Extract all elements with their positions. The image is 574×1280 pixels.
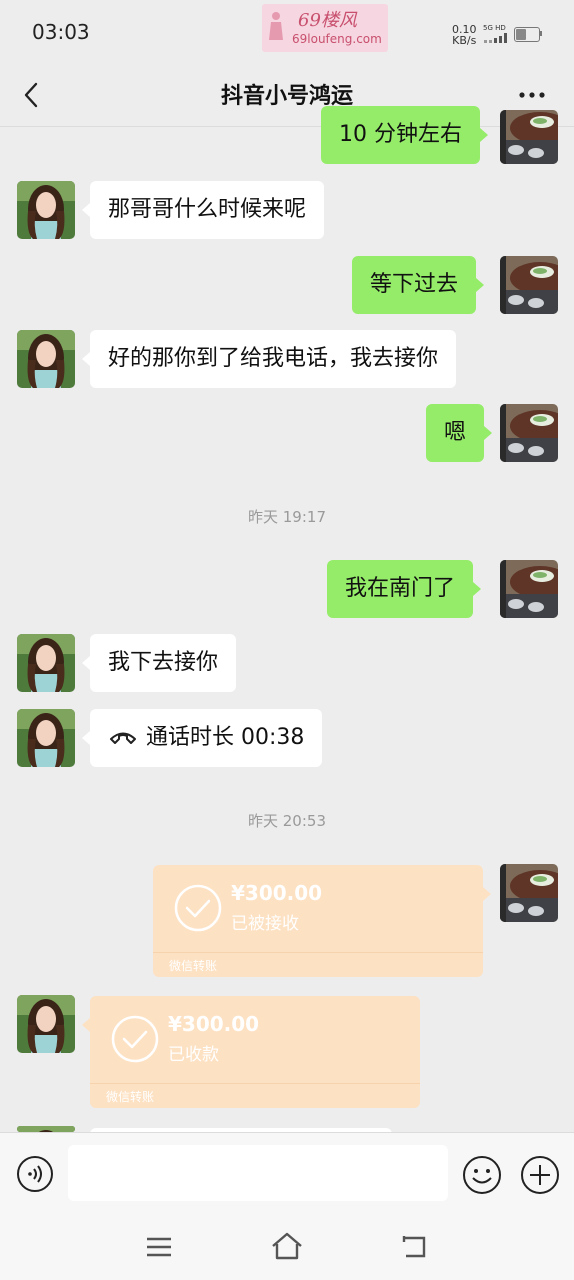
menu-icon[interactable]: [146, 1236, 172, 1258]
contact-avatar[interactable]: [17, 709, 75, 767]
watermark-url: 69loufeng.com: [292, 32, 382, 46]
message-bubble-sent[interactable]: 10 分钟左右: [321, 106, 488, 164]
my-avatar[interactable]: [500, 864, 558, 922]
message-input[interactable]: [68, 1145, 448, 1201]
message-bubble-sent[interactable]: 我在南门了: [327, 560, 482, 618]
my-avatar[interactable]: [500, 256, 558, 314]
watermark-figure-icon: [269, 12, 283, 40]
my-avatar[interactable]: [500, 110, 558, 164]
watermark-title: 69楼风: [298, 10, 357, 31]
my-avatar[interactable]: [500, 404, 558, 462]
more-dots-icon[interactable]: [512, 80, 552, 110]
phone-handset-icon: [110, 732, 136, 744]
net-speed-unit: KB/s: [452, 34, 477, 47]
transfer-label: 微信转账: [169, 959, 218, 973]
signal-label: 5G HD: [483, 24, 506, 32]
watermark-logo: 69楼风 69loufeng.com: [262, 4, 388, 52]
timestamp: 昨天 19:17: [248, 508, 326, 526]
status-bar: 03:03 69楼风 69loufeng.com 0.10 KB/s 5G HD: [0, 0, 574, 66]
transfer-label: 微信转账: [106, 1090, 155, 1104]
plus-icon[interactable]: [520, 1155, 560, 1195]
transfer-footer: 微信转账: [153, 952, 483, 977]
message-bubble-received[interactable]: 那哥哥什么时候来呢: [81, 181, 325, 239]
transfer-status: 已收款: [168, 1045, 219, 1065]
my-avatar[interactable]: [500, 560, 558, 618]
transfer-card-received[interactable]: ¥300.00 已收款 微信转账: [82, 996, 420, 1108]
transfer-amount: ¥300.00: [168, 1012, 260, 1036]
battery-tip: [540, 31, 542, 36]
transfer-card-sent[interactable]: ¥300.00 已被接收 微信转账: [153, 865, 491, 977]
battery-level: [516, 29, 527, 40]
message-bubble-sent[interactable]: 嗯: [426, 404, 493, 462]
input-bar: [0, 1132, 574, 1213]
net-speed: 0.10 KB/s: [452, 24, 477, 46]
emoji-icon[interactable]: [462, 1155, 502, 1195]
system-nav-bar: [0, 1212, 574, 1280]
message-bubble-received[interactable]: 我下去接你: [81, 634, 237, 692]
contact-avatar[interactable]: [17, 181, 75, 239]
check-circle-icon: [111, 1015, 159, 1063]
battery-icon: [514, 27, 540, 42]
home-icon[interactable]: [270, 1230, 304, 1262]
voice-icon[interactable]: [16, 1155, 54, 1193]
contact-avatar[interactable]: [17, 330, 75, 388]
transfer-amount: ¥300.00: [231, 881, 323, 905]
message-bubble-sent[interactable]: 等下过去: [352, 256, 485, 314]
timestamp: 昨天 20:53: [248, 812, 326, 830]
contact-avatar[interactable]: [17, 634, 75, 692]
chat-header: 抖音小号鸿运: [0, 66, 574, 126]
back-icon[interactable]: [400, 1232, 430, 1262]
header-divider: [0, 126, 574, 127]
chat-title: 抖音小号鸿运: [220, 84, 353, 109]
status-time: 03:03: [32, 20, 90, 44]
call-duration: 通话时长 00:38: [146, 725, 305, 750]
check-circle-icon: [174, 884, 222, 932]
signal-bars-icon: [484, 33, 507, 43]
message-bubble-received[interactable]: 好的那你到了给我电话，我去接你: [81, 330, 457, 388]
contact-avatar[interactable]: [17, 995, 75, 1053]
transfer-status: 已被接收: [231, 914, 299, 934]
transfer-footer: 微信转账: [90, 1083, 420, 1108]
call-record-bubble[interactable]: 通话时长 00:38: [81, 709, 323, 767]
